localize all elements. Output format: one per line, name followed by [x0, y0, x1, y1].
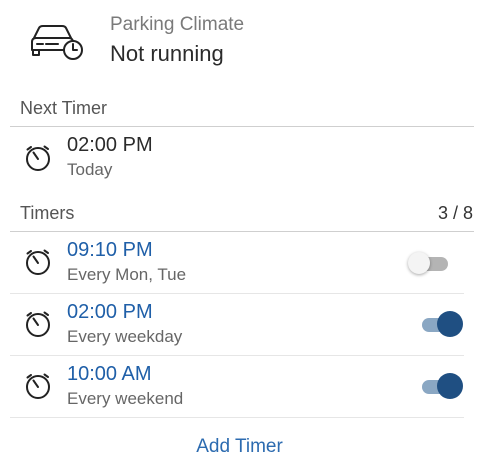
next-timer-day: Today — [67, 160, 113, 179]
timer-toggle[interactable] — [408, 250, 452, 276]
toggle-knob — [437, 373, 463, 399]
timers-count: 3 / 8 — [437, 203, 473, 223]
timer-time: 09:10 PM — [67, 239, 153, 261]
car-clock-icon — [31, 25, 83, 60]
timers-title: Timers — [20, 203, 75, 223]
stopwatch-icon — [26, 249, 50, 275]
climate-status: Not running — [110, 41, 224, 66]
row-divider — [10, 417, 464, 418]
timer-repeat: Every Mon, Tue — [67, 265, 187, 284]
timer-row[interactable]: 02:00 PM Every weekday — [0, 294, 479, 355]
timer-toggle[interactable] — [420, 311, 463, 337]
toggle-knob — [408, 252, 430, 274]
timer-repeat: Every weekday — [67, 327, 183, 346]
timer-row[interactable]: 09:10 PM Every Mon, Tue — [0, 232, 479, 293]
timer-row[interactable]: 10:00 AM Every weekend — [0, 356, 479, 417]
timer-time: 02:00 PM — [67, 301, 153, 323]
timer-repeat: Every weekend — [67, 389, 184, 408]
stopwatch-icon — [26, 311, 50, 337]
next-timer-title: Next Timer — [20, 98, 108, 118]
stopwatch-icon — [26, 145, 50, 171]
next-timer-time: 02:00 PM — [67, 134, 153, 156]
timer-time: 10:00 AM — [67, 363, 152, 385]
add-timer-button[interactable]: Add Timer — [0, 436, 479, 458]
toggle-knob — [437, 311, 463, 337]
stopwatch-icon — [26, 373, 50, 399]
header-label: Parking Climate — [110, 14, 245, 35]
next-timer-row[interactable]: 02:00 PM Today — [0, 127, 479, 187]
timer-toggle[interactable] — [420, 373, 463, 399]
